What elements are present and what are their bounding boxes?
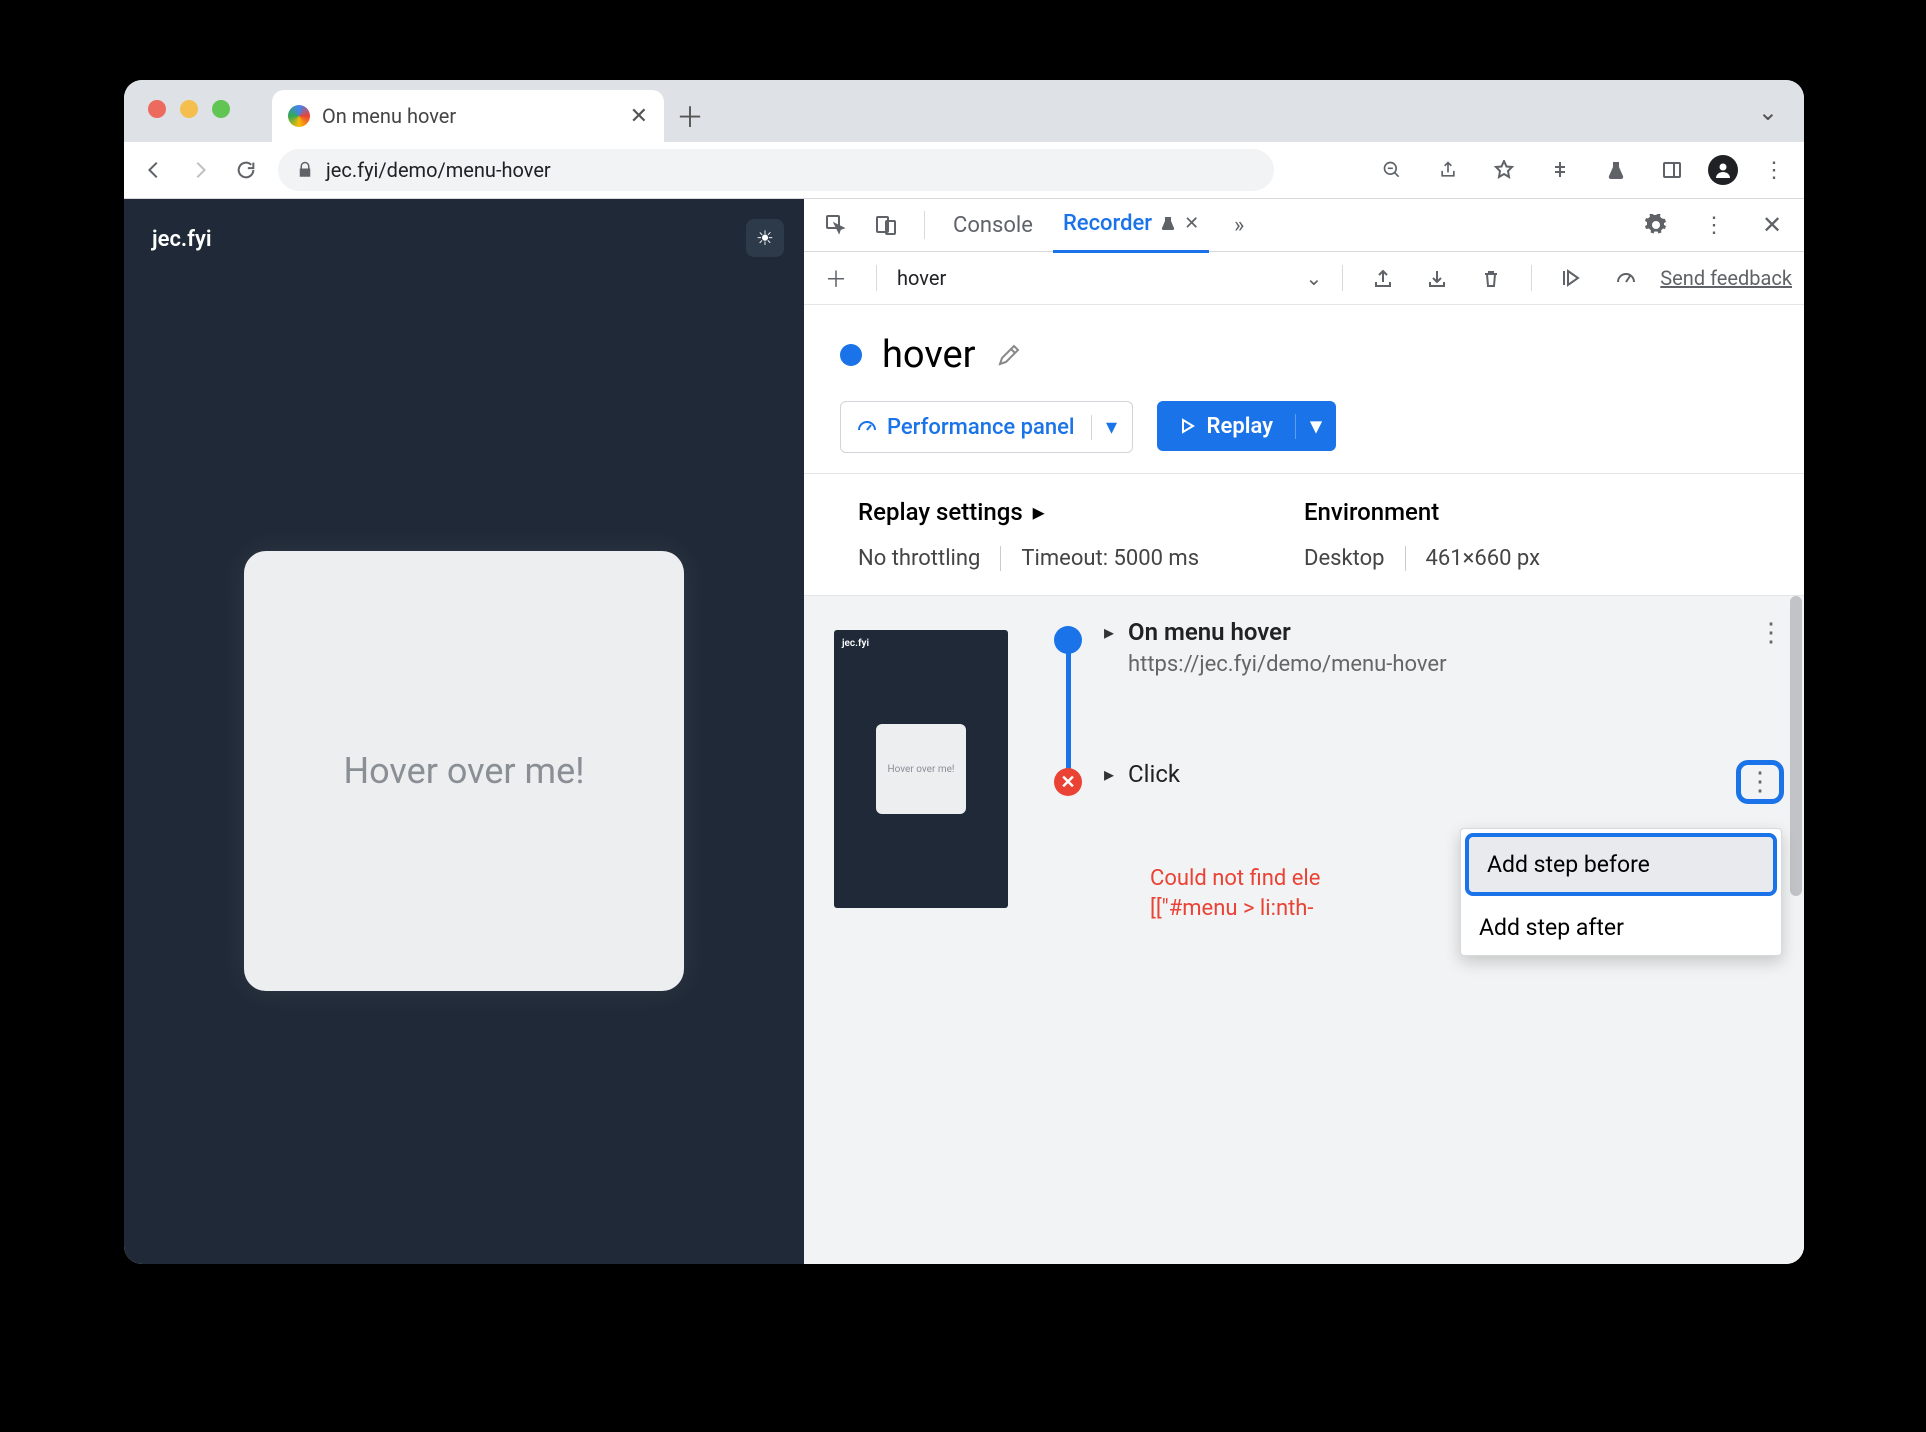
forward-button[interactable] — [180, 150, 220, 190]
minimize-window-icon[interactable] — [180, 100, 198, 118]
share-icon[interactable] — [1428, 150, 1468, 190]
screenshot-thumbnail: jec.fyi Hover over me! — [834, 630, 1008, 908]
extensions-icon[interactable] — [1540, 150, 1580, 190]
address-bar[interactable]: jec.fyi/demo/menu-hover — [278, 149, 1274, 191]
step-node-1 — [1054, 626, 1082, 654]
send-feedback-link[interactable]: Send feedback — [1660, 266, 1792, 290]
replay-dropdown-icon[interactable]: ▾ — [1295, 414, 1336, 439]
throttling-value: No throttling — [858, 546, 980, 571]
timeout-value: Timeout: 5000 ms — [1021, 546, 1199, 571]
close-devtools-icon[interactable]: ✕ — [1752, 205, 1792, 245]
maximize-window-icon[interactable] — [212, 100, 230, 118]
recorder-toolbar: ＋ hover ⌄ Send feedback — [804, 252, 1804, 305]
page-brand: jec.fyi — [152, 227, 212, 252]
step-row-1[interactable]: ▸ On menu hover https://jec.fyi/demo/men… — [1104, 618, 1784, 677]
devtools-panel: Console Recorder ✕ » ⋮ ✕ ＋ hover — [804, 199, 1804, 1264]
timeline-line — [1066, 634, 1071, 782]
step-error-text: Could not find ele [["#menu > li:nth- — [1150, 864, 1320, 923]
tab-strip: On menu hover ✕ ＋ ⌄ — [124, 80, 1804, 142]
bookmark-icon[interactable] — [1484, 150, 1524, 190]
step-menu-icon[interactable]: ⋮ — [1758, 618, 1784, 648]
device-toggle-icon[interactable] — [866, 205, 906, 245]
replay-settings-heading[interactable]: Replay settings ▸ — [858, 498, 1304, 526]
close-window-icon[interactable] — [148, 100, 166, 118]
replay-button[interactable]: Replay ▾ — [1157, 401, 1336, 451]
env-size: 461×660 px — [1426, 546, 1541, 571]
step-title: Click — [1128, 760, 1180, 788]
step-node-error: ✕ — [1054, 768, 1082, 796]
gauge-icon — [857, 417, 877, 437]
step-url: https://jec.fyi/demo/menu-hover — [1128, 652, 1446, 677]
flask-icon — [1160, 216, 1176, 232]
chevron-down-icon[interactable]: ⌄ — [1306, 266, 1323, 290]
window-controls — [148, 100, 230, 118]
step-row-2[interactable]: ▸ Click ⋮ — [1104, 760, 1784, 804]
browser-window: On menu hover ✕ ＋ ⌄ jec.fyi/demo/menu-ho… — [124, 80, 1804, 1264]
browser-toolbar: jec.fyi/demo/menu-hover ⋮ — [124, 142, 1804, 199]
profile-avatar[interactable] — [1708, 155, 1738, 185]
tab-title: On menu hover — [322, 104, 456, 128]
edit-title-icon[interactable] — [996, 342, 1022, 368]
steps-panel: jec.fyi Hover over me! ✕ ▸ On menu hover… — [804, 596, 1804, 1264]
speed-icon[interactable] — [1606, 258, 1646, 298]
new-recording-button[interactable]: ＋ — [816, 258, 856, 298]
content-area: jec.fyi ☀ Hover over me! Console Recorde… — [124, 199, 1804, 1264]
expand-step-icon[interactable]: ▸ — [1104, 620, 1114, 644]
export-icon[interactable] — [1363, 258, 1403, 298]
recording-header: hover Performance panel ▾ Rep — [804, 305, 1804, 473]
menu-add-step-after[interactable]: Add step after — [1461, 900, 1781, 955]
delete-icon[interactable] — [1471, 258, 1511, 298]
play-icon — [1179, 418, 1195, 434]
rendered-page: jec.fyi ☀ Hover over me! — [124, 199, 804, 1264]
step-menu-icon[interactable]: ⋮ — [1736, 760, 1784, 804]
sidepanel-icon[interactable] — [1652, 150, 1692, 190]
env-device: Desktop — [1304, 546, 1385, 571]
expand-icon: ▸ — [1033, 498, 1045, 526]
recording-title: hover — [882, 333, 976, 377]
lock-icon — [296, 161, 314, 179]
browser-menu-icon[interactable]: ⋮ — [1754, 150, 1794, 190]
inspect-icon[interactable] — [816, 205, 856, 245]
close-panel-icon[interactable]: ✕ — [1184, 213, 1199, 234]
new-tab-button[interactable]: ＋ — [664, 90, 716, 142]
close-tab-icon[interactable]: ✕ — [630, 104, 648, 129]
scrollbar-thumb[interactable] — [1790, 596, 1802, 896]
hover-card[interactable]: Hover over me! — [244, 551, 684, 991]
tabs-dropdown-icon[interactable]: ⌄ — [1758, 98, 1778, 126]
perf-dropdown-icon[interactable]: ▾ — [1091, 415, 1132, 440]
settings-icon[interactable] — [1636, 205, 1676, 245]
tab-console[interactable]: Console — [943, 199, 1043, 251]
expand-step-icon[interactable]: ▸ — [1104, 762, 1114, 786]
devtools-tab-bar: Console Recorder ✕ » ⋮ ✕ — [804, 199, 1804, 252]
browser-tab[interactable]: On menu hover ✕ — [272, 90, 664, 142]
recording-status-dot — [840, 344, 862, 366]
environment-heading: Environment — [1304, 498, 1750, 526]
tab-recorder[interactable]: Recorder ✕ — [1053, 198, 1209, 253]
reload-button[interactable] — [226, 150, 266, 190]
step-play-icon[interactable] — [1552, 258, 1592, 298]
favicon-icon — [288, 105, 310, 127]
step-title: On menu hover — [1128, 618, 1446, 646]
settings-row: Replay settings ▸ No throttling Timeout:… — [804, 473, 1804, 596]
url-text: jec.fyi/demo/menu-hover — [326, 158, 551, 182]
devtools-menu-icon[interactable]: ⋮ — [1694, 205, 1734, 245]
zoom-icon[interactable] — [1372, 150, 1412, 190]
menu-add-step-before[interactable]: Add step before — [1465, 833, 1777, 896]
more-tabs-icon[interactable]: » — [1219, 205, 1259, 245]
step-context-menu: Add step before Add step after — [1460, 828, 1782, 956]
import-icon[interactable] — [1417, 258, 1457, 298]
theme-toggle-button[interactable]: ☀ — [746, 219, 784, 257]
recording-select[interactable]: hover — [897, 266, 946, 290]
performance-panel-button[interactable]: Performance panel ▾ — [840, 401, 1133, 453]
back-button[interactable] — [134, 150, 174, 190]
labs-icon[interactable] — [1596, 150, 1636, 190]
